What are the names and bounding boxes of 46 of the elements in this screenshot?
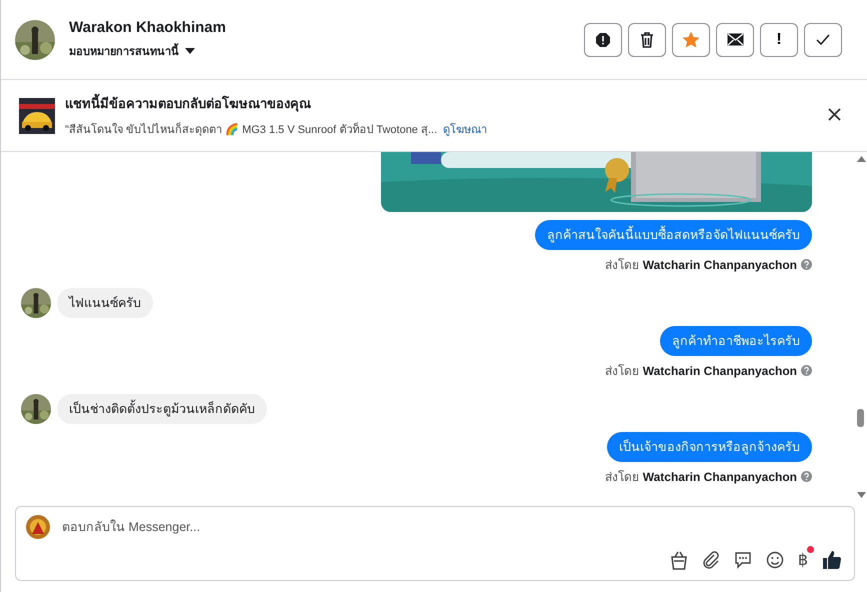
contact-name: Warakon Khaokhinam	[69, 19, 227, 36]
message-bubble: ไฟแนนซ์ครับ	[57, 288, 153, 318]
sender-name: Watcharin Chanpanyachon	[642, 258, 797, 272]
message-bubble: ลูกค้าสนใจคันนี้แบบซื้อสดหรือจัดไฟแนนซ์ครับ	[535, 220, 812, 250]
assign-dropdown[interactable]: มอบหมายการสนทนานี้	[69, 42, 195, 60]
sender-name: Watcharin Chanpanyachon	[642, 364, 797, 378]
sender-name: Watcharin Chanpanyachon	[642, 470, 797, 484]
delete-button[interactable]	[628, 22, 666, 56]
avatar	[21, 394, 51, 424]
page-avatar	[26, 515, 50, 539]
alert-icon	[595, 32, 611, 48]
like-button[interactable]	[820, 548, 844, 572]
message-bubble: เป็นช่างติดตั้งประตูม้วนเหล็กดัดคับ	[57, 394, 267, 424]
message-bubble: เป็นเจ้าของกิจการหรือลูกจ้างครับ	[607, 432, 812, 462]
chat-bubble-icon	[734, 551, 752, 569]
ad-reply-title: แชทนี้มีข้อความตอบกลับต่อโฆษณาของคุณ	[65, 93, 811, 114]
check-icon	[816, 34, 830, 46]
star-icon	[683, 32, 699, 48]
done-button[interactable]	[804, 22, 842, 56]
sent-by-label: ส่งโดย	[604, 363, 639, 380]
important-button[interactable]: !	[760, 22, 798, 56]
help-icon	[801, 259, 812, 270]
help-icon	[801, 471, 812, 482]
sent-by-label: ส่งโดย	[604, 257, 639, 274]
paperclip-icon	[702, 551, 720, 569]
emoji-icon	[766, 551, 784, 569]
mail-icon	[726, 33, 744, 46]
scroll-thumb[interactable]	[857, 409, 864, 427]
caret-icon	[185, 48, 195, 54]
profile-avatar	[15, 20, 55, 60]
message-bubble: ลูกค้าทำอาชีพอะไรครับ	[660, 326, 812, 356]
payment-button[interactable]: ฿	[796, 548, 810, 572]
sent-by-label: ส่งโดย	[604, 469, 639, 486]
report-button[interactable]	[584, 22, 622, 56]
scroll-up-icon	[856, 156, 866, 162]
avatar	[21, 288, 51, 318]
bag-icon	[670, 550, 688, 570]
thumbs-up-icon	[822, 550, 842, 570]
view-ad-link[interactable]: ดูโฆษณา	[443, 120, 488, 138]
star-button[interactable]	[672, 22, 710, 56]
mark-unread-button[interactable]	[716, 22, 754, 56]
ad-snippet: "สีส้นโดนใจ ขับไปไหนก็สะดุดตา 🌈 MG3 1.5 V Sunroof ตัวท็อป Twotone สุ...	[65, 121, 438, 138]
close-icon	[828, 108, 840, 121]
help-icon	[801, 365, 812, 376]
trash-icon	[640, 32, 654, 48]
scroll-down-icon	[856, 492, 866, 498]
